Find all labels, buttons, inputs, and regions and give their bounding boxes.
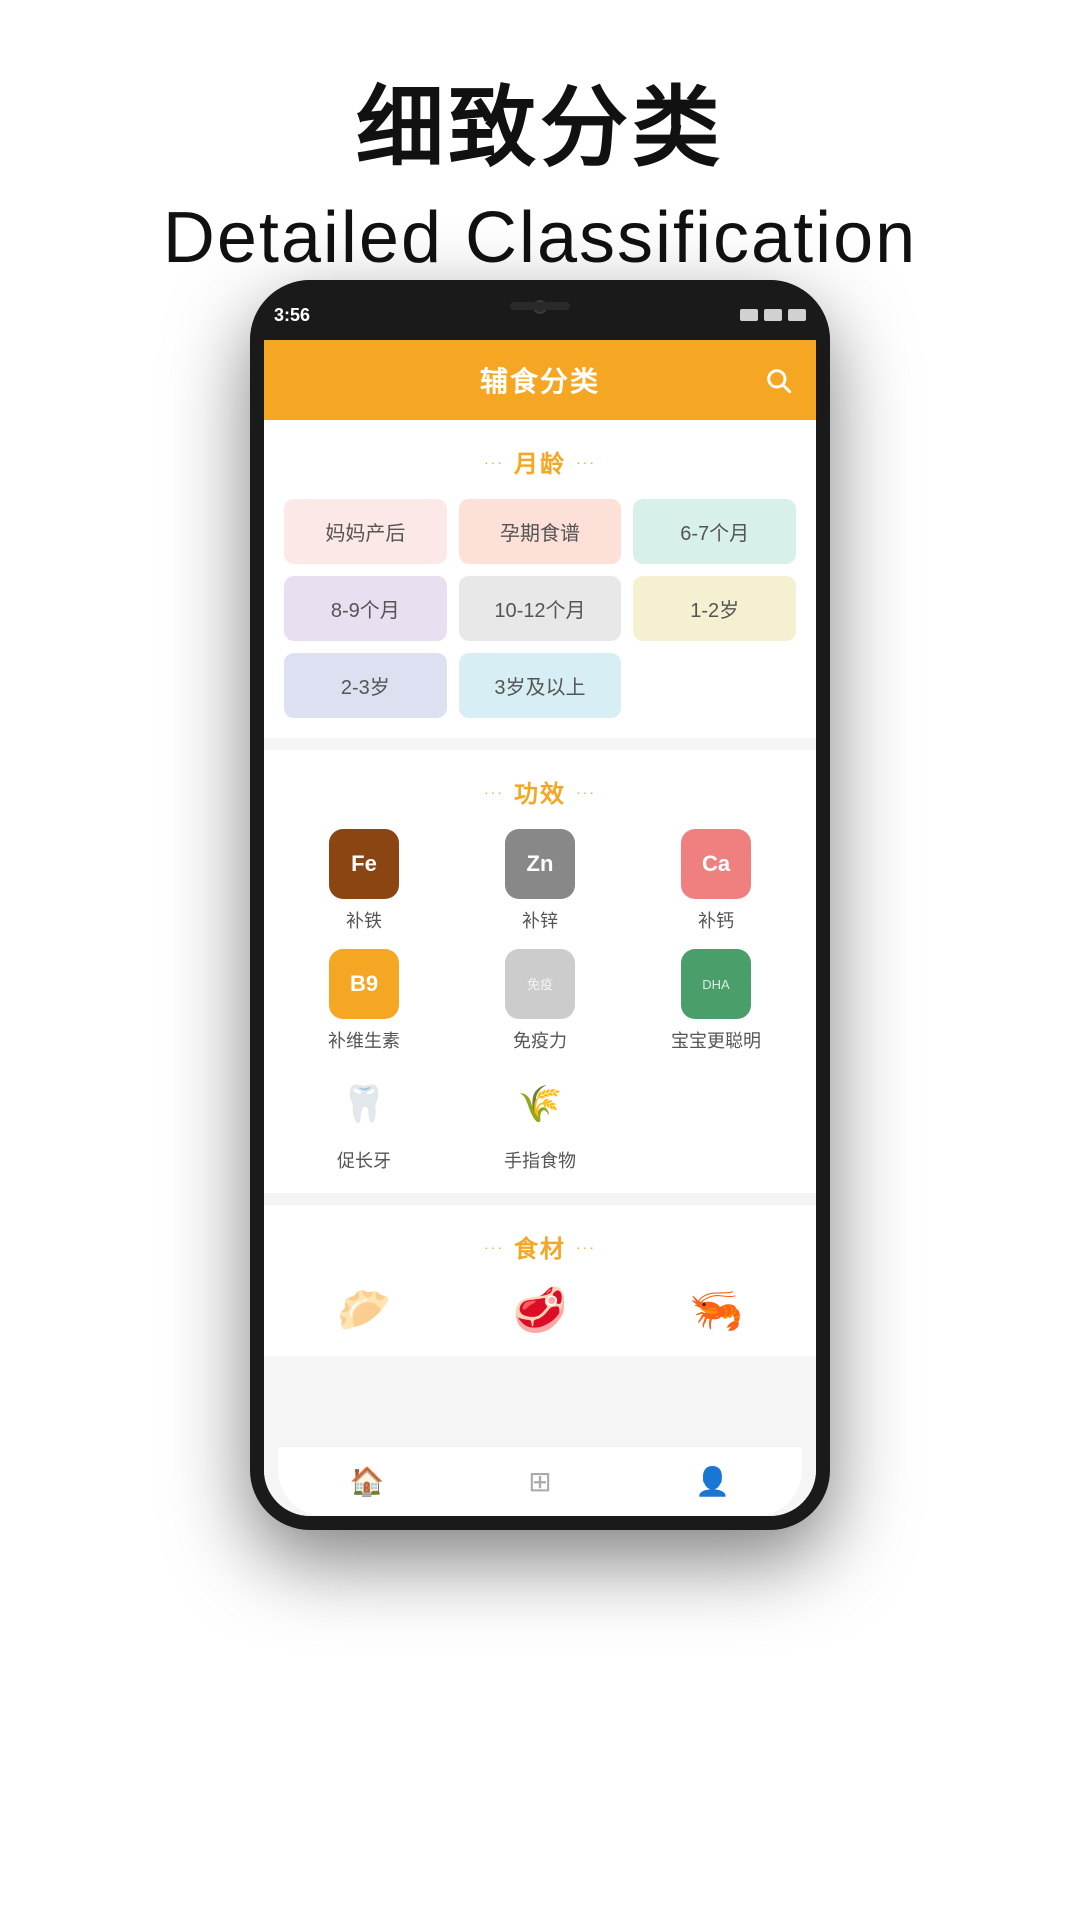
profile-icon: 👤 — [695, 1465, 730, 1498]
wifi-icon — [764, 309, 782, 321]
iron-label: 补铁 — [346, 907, 382, 933]
func-dots-right: ··· — [576, 784, 596, 800]
grid-icon: ⊞ — [528, 1465, 551, 1498]
dha-icon: DHA — [681, 949, 751, 1019]
tag-8-9-months[interactable]: 8-9个月 — [284, 576, 447, 641]
finger-food-label: 手指食物 — [504, 1147, 576, 1173]
function-section-header: ··· 功效 ··· — [284, 774, 796, 809]
immunity-icon: 免疫 — [505, 949, 575, 1019]
tag-pregnancy-recipe[interactable]: 孕期食谱 — [459, 499, 622, 564]
tag-6-7-months[interactable]: 6-7个月 — [633, 499, 796, 564]
app-header-title: 辅食分类 — [480, 360, 600, 400]
page-title-zh: 细致分类 — [0, 80, 1080, 177]
teeth-label: 促长牙 — [337, 1147, 391, 1173]
food-dots-left: ··· — [484, 1239, 504, 1255]
age-section-title: 月龄 — [514, 444, 566, 479]
func-dha[interactable]: DHA 宝宝更聪明 — [636, 949, 796, 1053]
page-title-en: Detailed Classification — [0, 197, 1080, 279]
home-icon: 🏠 — [350, 1465, 385, 1498]
nav-home[interactable]: 🏠 — [350, 1465, 385, 1498]
func-immunity[interactable]: 免疫 免疫力 — [460, 949, 620, 1053]
age-section-header: ··· 月龄 ··· — [284, 444, 796, 479]
phone-frame: 3:56 辅食分类 — [250, 280, 830, 1530]
func-dots-left: ··· — [484, 784, 504, 800]
tag-2-3-years[interactable]: 2-3岁 — [284, 653, 447, 718]
food-dumpling[interactable]: 🥟 — [284, 1284, 444, 1336]
app-header: 辅食分类 — [264, 340, 816, 420]
food-section-header: ··· 食材 ··· — [284, 1229, 796, 1264]
food-section: ··· 食材 ··· 🥟 🥩 🦐 — [264, 1205, 816, 1356]
tag-1-2-years[interactable]: 1-2岁 — [633, 576, 796, 641]
search-icon — [764, 366, 792, 394]
age-section: ··· 月龄 ··· 妈妈产后 孕期食谱 6-7个月 8-9个月 10-12个月… — [264, 420, 816, 738]
bottom-navbar: 🏠 ⊞ 👤 — [278, 1446, 802, 1516]
signal-icon — [740, 309, 758, 321]
age-tags-grid: 妈妈产后 孕期食谱 6-7个月 8-9个月 10-12个月 1-2岁 2-3岁 … — [284, 499, 796, 718]
func-calcium[interactable]: Ca 补钙 — [636, 829, 796, 933]
calcium-label: 补钙 — [698, 907, 734, 933]
teeth-icon: 🦷 — [329, 1069, 399, 1139]
vitamin-label: 补维生素 — [328, 1027, 400, 1053]
phone-container: 3:56 辅食分类 — [250, 280, 830, 1860]
func-vitamin[interactable]: B9 补维生素 — [284, 949, 444, 1053]
food-section-title: 食材 — [514, 1229, 566, 1264]
b9-icon: B9 — [329, 949, 399, 1019]
tag-3-plus-years[interactable]: 3岁及以上 — [459, 653, 622, 718]
zinc-label: 补锌 — [522, 907, 558, 933]
func-zinc[interactable]: Zn 补锌 — [460, 829, 620, 933]
status-bar: 3:56 — [250, 280, 830, 340]
page-header: 细致分类 Detailed Classification — [0, 0, 1080, 319]
function-section: ··· 功效 ··· Fe 补铁 — [264, 750, 816, 1193]
func-teeth[interactable]: 🦷 促长牙 — [284, 1069, 444, 1173]
status-time: 3:56 — [274, 305, 310, 326]
search-button[interactable] — [760, 362, 796, 398]
shrimp-icon: 🦐 — [689, 1284, 744, 1336]
nav-profile[interactable]: 👤 — [695, 1465, 730, 1498]
food-shrimp[interactable]: 🦐 — [636, 1284, 796, 1336]
food-grid: 🥟 🥩 🦐 — [284, 1284, 796, 1336]
dha-label: 宝宝更聪明 — [671, 1027, 761, 1053]
tag-mama-postpartum[interactable]: 妈妈产后 — [284, 499, 447, 564]
age-dots-left: ··· — [484, 454, 504, 470]
immunity-label: 免疫力 — [513, 1027, 567, 1053]
status-icons — [740, 309, 806, 321]
battery-icon — [788, 309, 806, 321]
iron-icon: Fe — [329, 829, 399, 899]
age-dots-right: ··· — [576, 454, 596, 470]
func-finger-food[interactable]: 🌾 手指食物 — [460, 1069, 620, 1173]
nav-categories[interactable]: ⊞ — [528, 1465, 551, 1498]
tag-10-12-months[interactable]: 10-12个月 — [459, 576, 622, 641]
calcium-icon: Ca — [681, 829, 751, 899]
func-iron[interactable]: Fe 补铁 — [284, 829, 444, 933]
speaker-bar — [510, 302, 570, 310]
food-dots-right: ··· — [576, 1239, 596, 1255]
zinc-icon: Zn — [505, 829, 575, 899]
content-scroll[interactable]: ··· 月龄 ··· 妈妈产后 孕期食谱 6-7个月 8-9个月 10-12个月… — [264, 420, 816, 1516]
phone-screen: 辅食分类 ··· 月龄 ··· — [264, 340, 816, 1516]
meat-icon: 🥩 — [513, 1284, 568, 1336]
dumpling-icon: 🥟 — [337, 1284, 392, 1336]
function-grid: Fe 补铁 Zn 补锌 — [284, 829, 796, 1173]
food-meat[interactable]: 🥩 — [460, 1284, 620, 1336]
finger-food-icon: 🌾 — [505, 1069, 575, 1139]
function-section-title: 功效 — [514, 774, 566, 809]
